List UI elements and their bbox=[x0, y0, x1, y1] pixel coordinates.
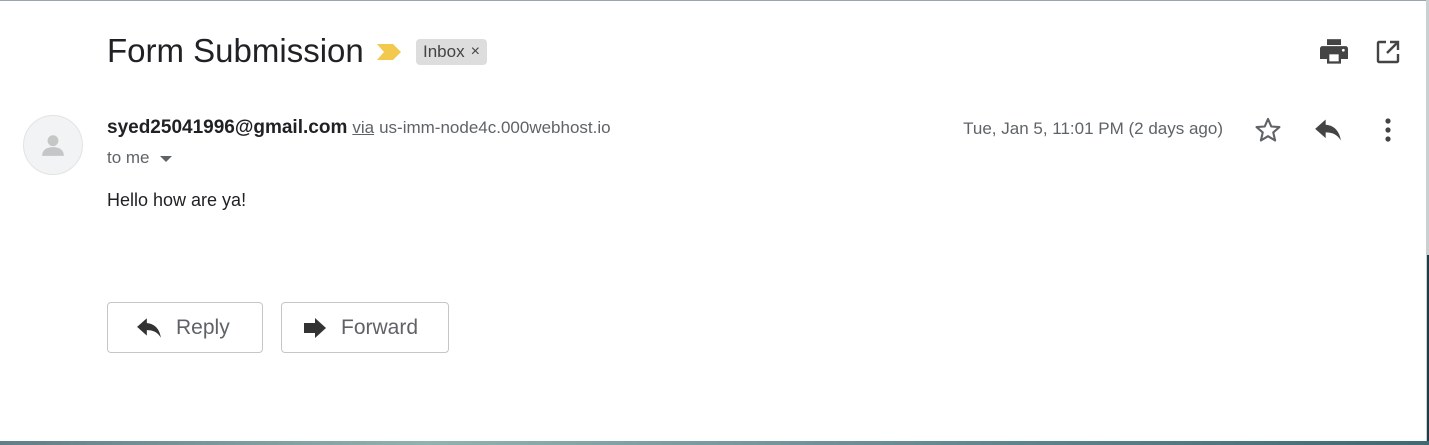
more-options-button[interactable] bbox=[1368, 110, 1408, 150]
sender-line: syed25041996@gmail.com via us-imm-node4c… bbox=[107, 117, 611, 139]
label-chip-text: Inbox bbox=[423, 42, 465, 61]
window-border-top bbox=[0, 0, 1429, 1]
open-in-new-window-icon bbox=[1376, 40, 1400, 64]
remove-label-button[interactable]: × bbox=[471, 43, 480, 61]
recipient-details-toggle[interactable]: to me bbox=[107, 148, 172, 168]
print-button[interactable] bbox=[1314, 32, 1354, 72]
inbox-label-chip: Inbox × bbox=[416, 39, 487, 65]
sender-email[interactable]: syed25041996@gmail.com bbox=[107, 117, 347, 139]
reply-icon bbox=[1315, 119, 1341, 141]
chevron-down-icon bbox=[159, 156, 172, 162]
reply-header-button[interactable] bbox=[1308, 110, 1348, 150]
email-subject: Form Submission bbox=[107, 32, 364, 69]
desktop-background-strip bbox=[0, 441, 1429, 445]
person-icon bbox=[42, 135, 64, 156]
email-date: Tue, Jan 5, 11:01 PM (2 days ago) bbox=[963, 119, 1223, 138]
via-link[interactable]: via bbox=[352, 118, 374, 138]
sender-avatar[interactable] bbox=[23, 115, 83, 175]
print-icon bbox=[1320, 39, 1348, 64]
via-host: us-imm-node4c.000webhost.io bbox=[379, 118, 611, 137]
reply-icon bbox=[137, 317, 161, 338]
more-vertical-icon bbox=[1385, 118, 1391, 142]
reply-button[interactable]: Reply bbox=[107, 302, 263, 353]
reply-button-label: Reply bbox=[176, 315, 230, 339]
open-in-new-window-button[interactable] bbox=[1368, 32, 1408, 72]
star-icon bbox=[1255, 117, 1281, 142]
forward-button-label: Forward bbox=[341, 315, 419, 339]
star-button[interactable] bbox=[1248, 110, 1288, 150]
recipient-label: to me bbox=[107, 148, 150, 167]
forward-button[interactable]: Forward bbox=[281, 302, 449, 353]
importance-marker-icon[interactable] bbox=[376, 42, 402, 62]
forward-icon bbox=[304, 317, 326, 338]
email-body: Hello how are ya! bbox=[107, 190, 247, 210]
